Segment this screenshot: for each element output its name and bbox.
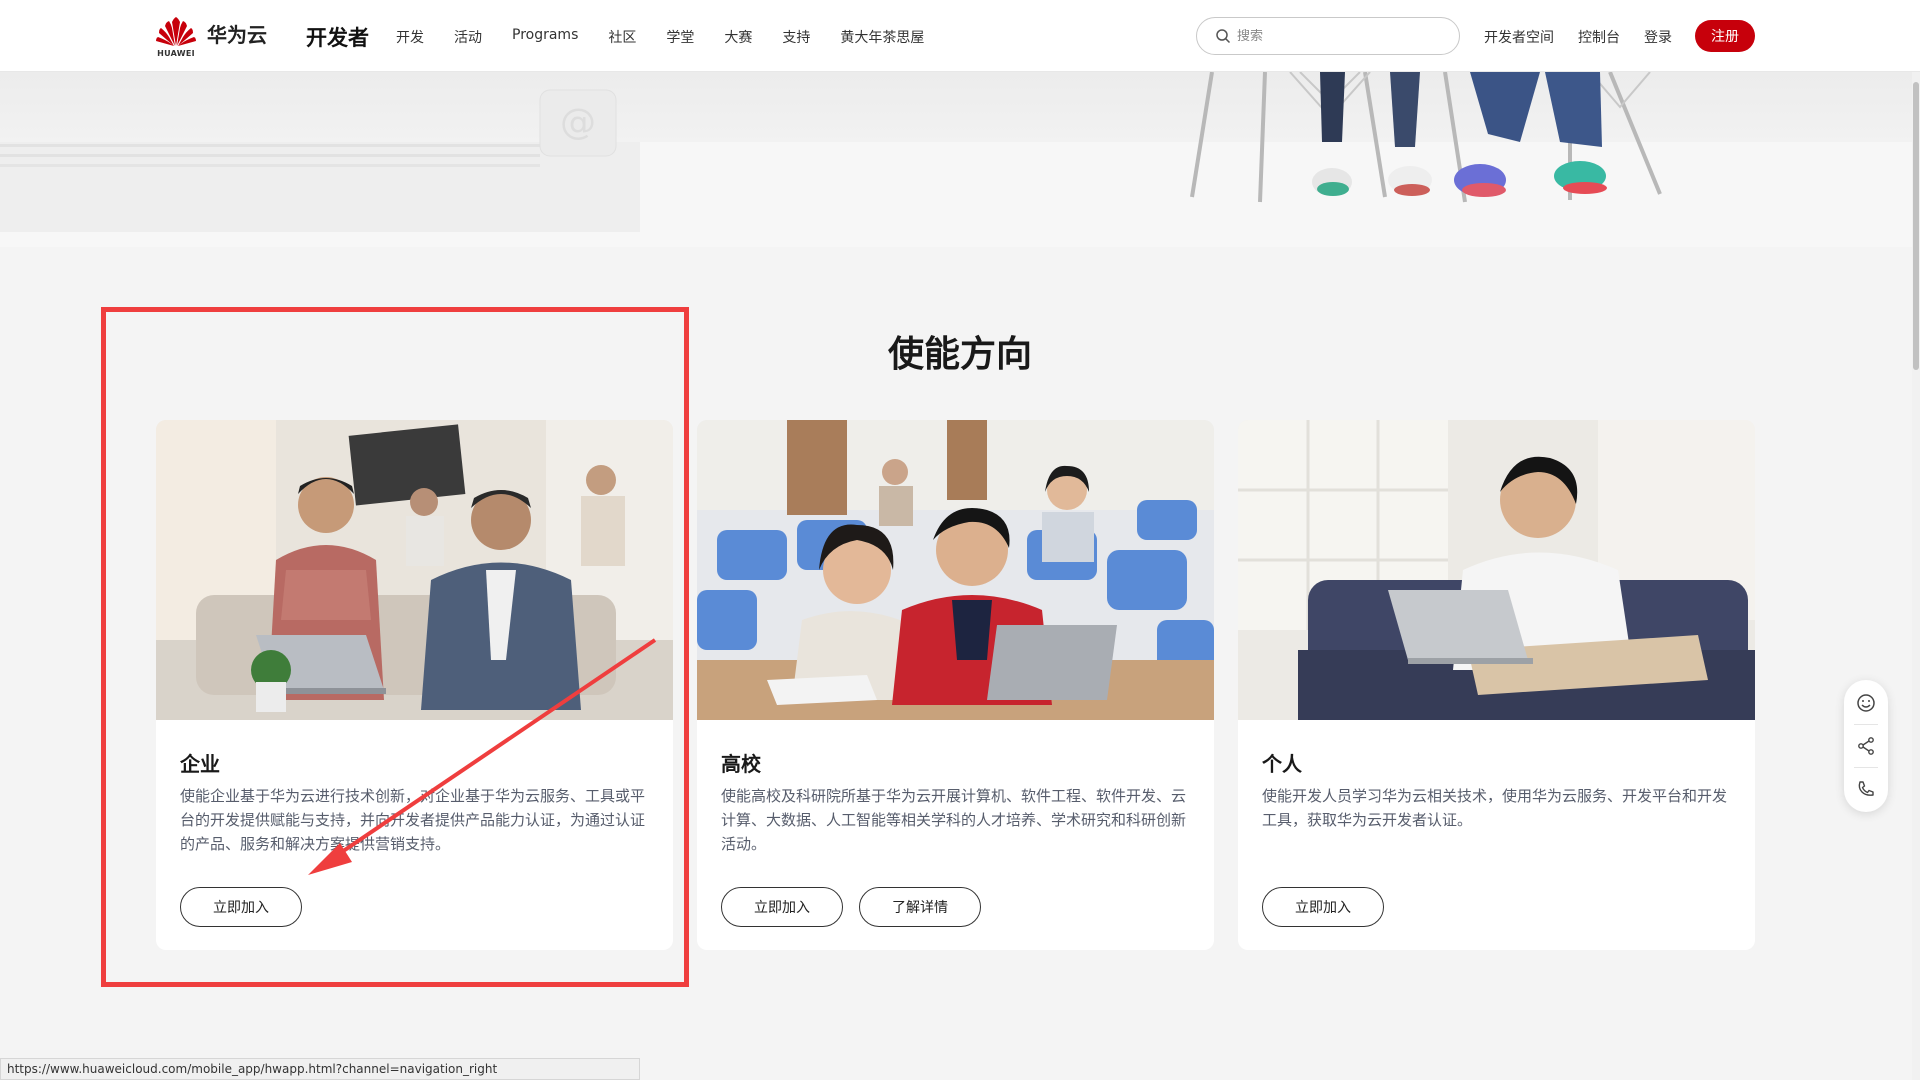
logo-caption: HUAWEI [157,49,195,58]
status-bar-url: https://www.huaweicloud.com/mobile_app/h… [0,1058,640,1080]
card-individual: 个人 使能开发人员学习华为云相关技术，使用华为云服务、开发平台和开发工具，获取华… [1238,420,1755,950]
nav-item-develop[interactable]: 开发 [396,27,424,47]
card-individual-image [1238,420,1755,720]
share-icon[interactable] [1854,734,1878,758]
nav-item-contests[interactable]: 大赛 [724,27,752,47]
university-join-button[interactable]: 立即加入 [721,887,843,927]
card-enterprise-actions: 立即加入 [180,887,318,927]
console-link[interactable]: 控制台 [1578,27,1620,47]
toolbar-divider [1854,767,1878,769]
university-details-button[interactable]: 了解详情 [859,887,981,927]
page-scrollbar-thumb[interactable] [1913,82,1919,370]
nav-item-programs[interactable]: Programs [512,27,578,47]
card-university-actions: 立即加入 了解详情 [721,887,997,927]
toolbar-divider [1854,723,1878,725]
smile-icon[interactable] [1854,691,1878,715]
card-individual-description: 使能开发人员学习华为云相关技术，使用华为云服务、开发平台和开发工具，获取华为云开… [1262,787,1728,829]
search-icon [1216,29,1231,44]
card-university: 高校 使能高校及科研院所基于华为云开展计算机、软件工程、软件开发、云计算、大数据… [697,420,1214,950]
nav-item-tea-house[interactable]: 黄大年茶思屋 [840,27,924,47]
top-header: HUAWEI 华为云 开发者 开发 活动 Programs 社区 学堂 大赛 支… [0,0,1920,72]
individual-join-button[interactable]: 立即加入 [1262,887,1384,927]
floating-toolbar [1844,680,1888,812]
svg-text:@: @ [560,102,596,143]
card-university-description: 使能高校及科研院所基于华为云开展计算机、软件工程、软件开发、云计算、大数据、人工… [721,787,1187,853]
card-university-title: 高校 [721,752,761,776]
card-individual-actions: 立即加入 [1262,887,1400,927]
register-button[interactable]: 注册 [1695,20,1755,52]
card-enterprise: 企业 使能企业基于华为云进行技术创新，对企业基于华为云服务、工具或平台的开发提供… [156,420,673,950]
hero-banner-image: @ [0,72,1920,247]
huawei-logo[interactable]: HUAWEI 华为云 [155,16,267,58]
card-individual-title: 个人 [1262,752,1302,776]
card-university-image [697,420,1214,720]
main-nav: 开发 活动 Programs 社区 学堂 大赛 支持 黄大年茶思屋 [396,27,954,47]
search-input[interactable] [1237,28,1437,44]
nav-item-community[interactable]: 社区 [608,27,636,47]
card-enterprise-description: 使能企业基于华为云进行技术创新，对企业基于华为云服务、工具或平台的开发提供赋能与… [180,787,646,853]
nav-item-academy[interactable]: 学堂 [666,27,694,47]
developer-space-link[interactable]: 开发者空间 [1484,27,1554,47]
huawei-petal-icon: HUAWEI [155,16,197,58]
card-enterprise-title: 企业 [180,752,220,776]
developer-title[interactable]: 开发者 [306,22,369,52]
nav-item-events[interactable]: 活动 [454,27,482,47]
nav-item-support[interactable]: 支持 [782,27,810,47]
card-enterprise-image [156,420,673,720]
enterprise-join-button[interactable]: 立即加入 [180,887,302,927]
header-links: 开发者空间 控制台 登录 [1484,27,1696,47]
login-link[interactable]: 登录 [1644,27,1672,47]
brand-name[interactable]: 华为云 [207,19,267,48]
section-title: 使能方向 [887,334,1032,375]
phone-icon[interactable] [1854,777,1878,801]
search-box[interactable] [1196,17,1460,55]
